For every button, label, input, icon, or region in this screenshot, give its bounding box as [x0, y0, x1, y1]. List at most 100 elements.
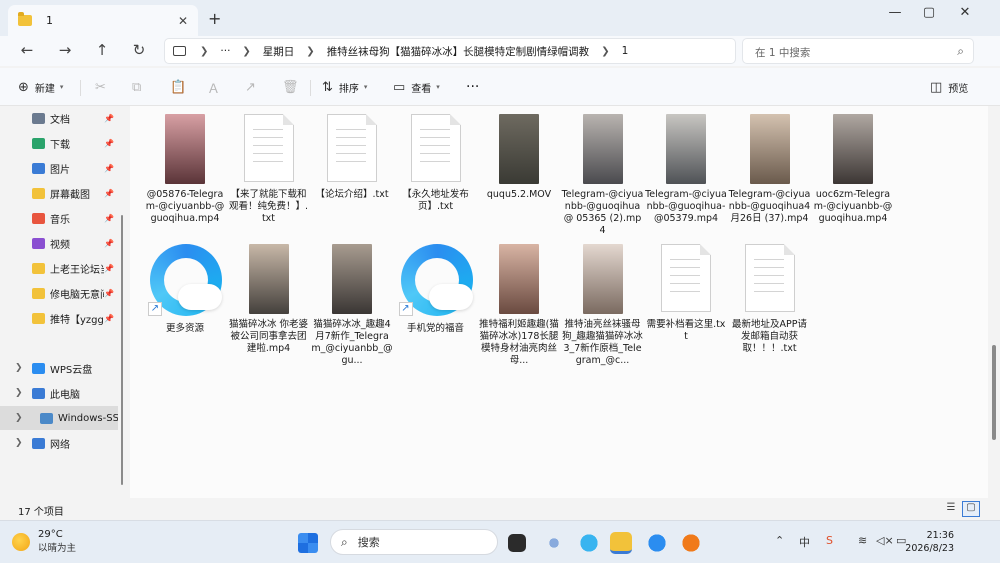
view-icon: ▭	[393, 79, 406, 95]
browser-icon[interactable]	[646, 532, 668, 554]
sidebar-item[interactable]: 视频 📌	[0, 231, 118, 255]
expand-chevron-icon[interactable]: ❯	[15, 413, 23, 423]
file-name: Telegram-@ciyuanbb-@guoqihua-@05379.mp4	[645, 189, 727, 224]
file-item[interactable]: 最新地址及APP请发邮箱自动获取！！！.txt	[729, 244, 811, 355]
search-icon: ⌕	[957, 44, 964, 58]
file-item[interactable]: ↗ 更多资源	[144, 244, 226, 335]
video-thumbnail	[248, 244, 289, 314]
text-file-icon	[327, 114, 377, 182]
new-button[interactable]: ⊕ 新建 ▾	[18, 78, 63, 96]
navigation-pane: 文档 📌 下载 📌 图片 📌 屏幕截图 📌 音乐 📌 视频 📌 上老王论坛当 📌 修电脑无意间 📌 推特【yzg…	[0, 106, 130, 498]
cut-icon[interactable]: ✂	[95, 78, 112, 96]
sort-button[interactable]: ⇅ 排序 ▾	[322, 78, 367, 96]
file-item[interactable]: 【永久地址发布页】.txt	[395, 114, 477, 213]
delete-icon[interactable]: 🗑	[282, 78, 305, 96]
breadcrumb-item[interactable]: 1	[622, 45, 629, 57]
expand-chevron-icon[interactable]: ❯	[15, 388, 23, 398]
taskbar-search[interactable]: ⌕ 搜索	[330, 529, 498, 555]
weather-sun-icon	[12, 532, 30, 551]
file-item[interactable]: 猫猫碎冰冰_趣趣4月7新作_Telegram_@ciyuanbb_@gu...	[311, 244, 393, 367]
file-name: uoc6zm-Telegram-@ciyuanbb-@guoqihua.mp4	[813, 189, 893, 224]
refresh-icon[interactable]: ↻	[128, 41, 150, 61]
search-icon: ⌕	[341, 534, 348, 549]
file-item[interactable]: @05876-Telegram-@ciyuanbb-@guoqihua.mp4	[144, 114, 226, 225]
file-item[interactable]: 需要补档看这里.txt	[645, 244, 727, 343]
breadcrumb-item[interactable]: 推特丝袜母狗【猫猫碎冰冰】长腿模特定制剧情绿帽调教	[327, 44, 590, 59]
taskbar-search-label: 搜索	[357, 536, 380, 549]
chevron-up-icon[interactable]: ⌃	[775, 534, 784, 547]
app-tray-icon[interactable]: S	[826, 534, 833, 547]
file-item[interactable]: 推特福利姬趣趣(猫猫碎冰冰)178长腿模特身材油亮肉丝母...	[478, 244, 560, 367]
large-icons-view-icon[interactable]: ▢	[962, 501, 980, 517]
command-bar: ⊕ 新建 ▾ ✂ ⧉ 📋 Ａ ↗ 🗑 ⇅ 排序 ▾ ▭ 查看 ▾ ··· ◫ 预…	[0, 68, 1000, 106]
edge-icon[interactable]	[578, 532, 600, 554]
sidebar-item[interactable]: 推特【yzgg9📌	[0, 306, 118, 330]
sidebar-item[interactable]: ❯ WPS云盘	[0, 356, 118, 380]
clock[interactable]: 21:36 2026/8/23	[905, 529, 954, 555]
item-count: 17 个项目	[18, 507, 64, 518]
search-input[interactable]: 在 1 中搜索 ⌕	[742, 38, 974, 64]
up-icon[interactable]: ↑	[91, 41, 113, 61]
sidebar-item[interactable]: 音乐 📌	[0, 206, 118, 230]
sidebar-item[interactable]: 图片 📌	[0, 156, 118, 180]
weather-description: 以晴为主	[38, 543, 77, 554]
file-item[interactable]: ↗ 手机党的福音	[395, 244, 477, 335]
chevron-down-icon: ▾	[436, 83, 440, 91]
minimize-button[interactable]: —	[880, 5, 910, 25]
close-tab-icon[interactable]: ✕	[174, 14, 192, 28]
preview-button[interactable]: ◫ 预览	[930, 78, 968, 96]
content-scrollbar-thumb[interactable]	[992, 345, 996, 440]
share-icon[interactable]: ↗	[245, 78, 262, 96]
sidebar-item[interactable]: 屏幕截图 📌	[0, 181, 118, 205]
back-icon[interactable]: ←	[16, 41, 38, 61]
file-item[interactable]: 推特油亮丝袜骚母狗_趣趣猫猫碎冰冰3_7新作原档_Telegram_@c...	[562, 244, 644, 367]
breadcrumb-item[interactable]: 星期日	[263, 44, 295, 59]
sidebar-item[interactable]: 修电脑无意间 📌	[0, 281, 118, 305]
view-button[interactable]: ▭ 查看 ▾	[393, 78, 440, 96]
breadcrumb-more[interactable]: ···	[220, 45, 230, 57]
close-window-button[interactable]: ✕	[950, 5, 980, 25]
sidebar-item[interactable]: 下载 📌	[0, 131, 118, 155]
file-name: 猫猫碎冰冰_趣趣4月7新作_Telegram_@ciyuanbb_@gu...	[311, 319, 393, 366]
sidebar-item[interactable]: ❯ 网络	[0, 431, 118, 455]
file-item[interactable]: 猫猫碎冰冰 你老婆被公司同事拿去团建啦.mp4	[228, 244, 310, 355]
maximize-button[interactable]: ▢	[914, 5, 944, 25]
sidebar-item[interactable]: 文档 📌	[0, 106, 118, 130]
video-thumbnail	[332, 244, 372, 314]
address-bar[interactable]: ❯ ··· ❯ 星期日 ❯ 推特丝袜母狗【猫猫碎冰冰】长腿模特定制剧情绿帽调教 …	[164, 38, 736, 64]
video-thumbnail	[582, 244, 623, 314]
expand-chevron-icon[interactable]: ❯	[15, 438, 23, 448]
speaker-muted-icon[interactable]: ◁×	[876, 534, 894, 547]
task-view-icon[interactable]	[508, 534, 526, 552]
forward-icon[interactable]: →	[54, 41, 76, 61]
details-view-icon[interactable]: ☰	[942, 501, 960, 517]
rename-icon[interactable]: Ａ	[207, 78, 226, 97]
sidebar-item[interactable]: ❯ Windows-SSD	[0, 406, 118, 430]
app-icon[interactable]	[680, 532, 702, 554]
time: 21:36	[926, 530, 954, 541]
file-item[interactable]: ququ5.2.MOV	[478, 114, 560, 201]
new-tab-button[interactable]: +	[208, 9, 221, 28]
copy-icon[interactable]: ⧉	[132, 78, 147, 96]
more-options-button[interactable]: ···	[466, 78, 479, 96]
file-item[interactable]: Telegram-@ciyuanbb-@guoqihua-@05379.mp4	[645, 114, 727, 225]
file-item[interactable]: 【来了就能下载和观看！纯免费！】.txt	[228, 114, 310, 225]
document-icon	[32, 112, 45, 124]
file-item[interactable]: uoc6zm-Telegram-@ciyuanbb-@guoqihua.mp4	[812, 114, 894, 225]
wifi-icon[interactable]: ≋	[858, 534, 867, 547]
weather-widget[interactable]: 29°C 以晴为主	[12, 529, 76, 554]
ime-indicator[interactable]: 中	[799, 534, 810, 550]
file-item[interactable]: Telegram-@ciyuanbb-@guoqihua4月26日 (37).m…	[729, 114, 811, 225]
paste-icon[interactable]: 📋	[170, 78, 192, 96]
expand-chevron-icon[interactable]: ❯	[15, 363, 23, 373]
file-item[interactable]: 【论坛介绍】.txt	[311, 114, 393, 201]
file-name: 手机党的福音	[406, 323, 464, 334]
file-explorer-icon[interactable]	[610, 532, 632, 554]
sidebar-item[interactable]: 上老王论坛当 📌	[0, 256, 118, 280]
sidebar-item[interactable]: ❯ 此电脑	[0, 381, 118, 405]
start-icon[interactable]	[298, 533, 318, 553]
widgets-icon[interactable]	[543, 532, 565, 554]
file-item[interactable]: Telegram-@ciyuanbb-@guoqihua@ 05365 (2).…	[562, 114, 644, 237]
sidebar-scrollbar[interactable]	[121, 215, 123, 485]
tab-active[interactable]: 1 ✕	[8, 5, 198, 36]
